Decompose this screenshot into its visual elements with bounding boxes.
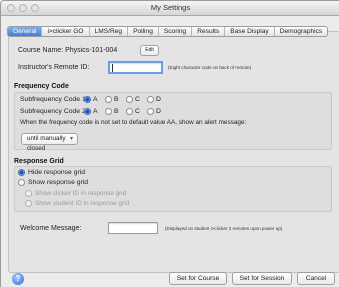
set-for-session-button[interactable]: Set for Session xyxy=(232,272,292,285)
window-title: My Settings xyxy=(150,3,191,12)
tab-iclicker-go[interactable]: i>clicker GO xyxy=(42,27,90,36)
sub2-radio-c[interactable] xyxy=(126,108,133,115)
show-student-id-radio[interactable] xyxy=(25,200,32,207)
sub2-option-d: D xyxy=(156,108,161,115)
sub2-radio-a[interactable] xyxy=(84,108,91,115)
tab-scoring[interactable]: Scoring xyxy=(159,27,193,36)
tab-base-display[interactable]: Base Display xyxy=(225,27,275,36)
welcome-message-hint: (Displayed on student i>clicker 2 remote… xyxy=(165,226,283,231)
response-grid-section-title: Response Grid xyxy=(14,158,64,165)
help-icon[interactable]: ? xyxy=(12,273,24,285)
show-grid-label: Show response grid xyxy=(28,179,89,186)
settings-window: My Settings General i>clicker GO LMS/Reg… xyxy=(0,0,339,287)
alert-message-label: When the frequency code is not set to de… xyxy=(20,119,247,126)
course-name-label: Course Name: Physics-101-004 xyxy=(18,47,118,54)
cancel-button[interactable]: Cancel xyxy=(297,272,335,285)
sub1-option-d: D xyxy=(156,96,161,103)
subfrequency-2-label: Subfrequency Code 2: xyxy=(20,108,88,115)
remote-id-label: Instructor's Remote ID: xyxy=(18,64,90,71)
tab-general[interactable]: General xyxy=(8,27,43,36)
tab-bar: General i>clicker GO LMS/Reg Polling Sco… xyxy=(7,26,329,37)
sub1-radio-c[interactable] xyxy=(126,96,133,103)
show-clicker-id-label: Show clicker ID in response grid xyxy=(35,190,127,197)
sub2-option-c: C xyxy=(135,108,140,115)
sub1-radio-d[interactable] xyxy=(147,96,154,103)
sub2-radio-b[interactable] xyxy=(105,108,112,115)
sub1-option-c: C xyxy=(135,96,140,103)
subfrequency-1-label: Subfrequency Code 1: xyxy=(20,96,88,103)
sub1-radio-b[interactable] xyxy=(105,96,112,103)
tab-results[interactable]: Results xyxy=(192,27,226,36)
welcome-message-label: Welcome Message: xyxy=(20,225,82,232)
tab-lms-reg[interactable]: LMS/Reg xyxy=(90,27,129,36)
show-grid-radio[interactable] xyxy=(18,179,25,186)
sub2-option-a: A xyxy=(93,108,98,115)
set-for-course-button[interactable]: Set for Course xyxy=(169,272,227,285)
tab-polling[interactable]: Polling xyxy=(128,27,159,36)
sub1-option-a: A xyxy=(93,96,98,103)
show-clicker-id-radio[interactable] xyxy=(25,190,32,197)
hide-grid-label: Hide response grid xyxy=(28,169,86,176)
frequency-section-title: Frequency Code xyxy=(14,83,69,90)
chevron-down-icon: ▾ xyxy=(69,136,73,142)
text-cursor xyxy=(112,64,113,72)
sub1-radio-a[interactable] xyxy=(84,96,91,103)
remote-id-hint: (Eight character code on back of remote) xyxy=(168,65,252,70)
show-student-id-label: Show student ID in response grid xyxy=(35,200,130,207)
alert-mode-select[interactable]: until manually closed ▾ xyxy=(21,133,78,152)
sub2-radio-d[interactable] xyxy=(147,108,154,115)
remote-id-field[interactable] xyxy=(108,61,163,74)
sub1-option-b: B xyxy=(114,96,119,103)
welcome-message-field[interactable] xyxy=(108,222,158,234)
title-bar: My Settings xyxy=(1,1,339,16)
edit-course-button[interactable]: Edit xyxy=(140,45,159,56)
tab-demographics[interactable]: Demographics xyxy=(275,27,328,36)
hide-grid-radio[interactable] xyxy=(18,169,25,176)
sub2-option-b: B xyxy=(114,108,119,115)
